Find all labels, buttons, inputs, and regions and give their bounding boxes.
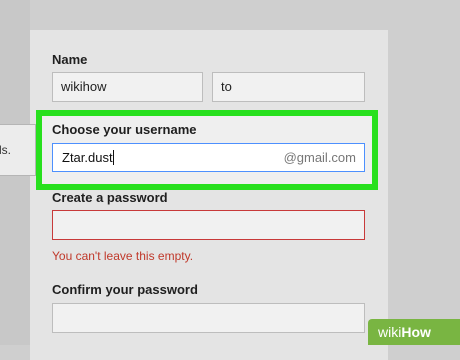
confirm-password-label: Confirm your password — [52, 282, 198, 297]
side-tooltip: ls. — [0, 124, 36, 176]
gmail-domain-suffix: @gmail.com — [283, 150, 356, 165]
username-field[interactable]: Ztar.dust @gmail.com — [52, 143, 365, 172]
username-value: Ztar.dust — [62, 150, 113, 165]
password-error-message: You can't leave this empty. — [52, 249, 194, 263]
text-caret — [112, 150, 114, 165]
last-name-value: to — [221, 79, 232, 94]
password-label: Create a password — [52, 190, 168, 205]
password-field[interactable] — [52, 210, 365, 240]
username-value-wrap: Ztar.dust — [62, 150, 114, 165]
wikihow-watermark: wikiHow — [368, 319, 460, 345]
watermark-prefix: wiki — [378, 324, 402, 340]
watermark-suffix: How — [401, 324, 431, 340]
name-label: Name — [52, 52, 88, 67]
first-name-field[interactable]: wikihow — [52, 72, 203, 102]
confirm-password-field[interactable] — [52, 303, 365, 333]
side-tooltip-text: ls. — [0, 143, 11, 157]
username-label: Choose your username — [52, 122, 197, 137]
last-name-field[interactable]: to — [212, 72, 365, 102]
first-name-value: wikihow — [61, 79, 107, 94]
